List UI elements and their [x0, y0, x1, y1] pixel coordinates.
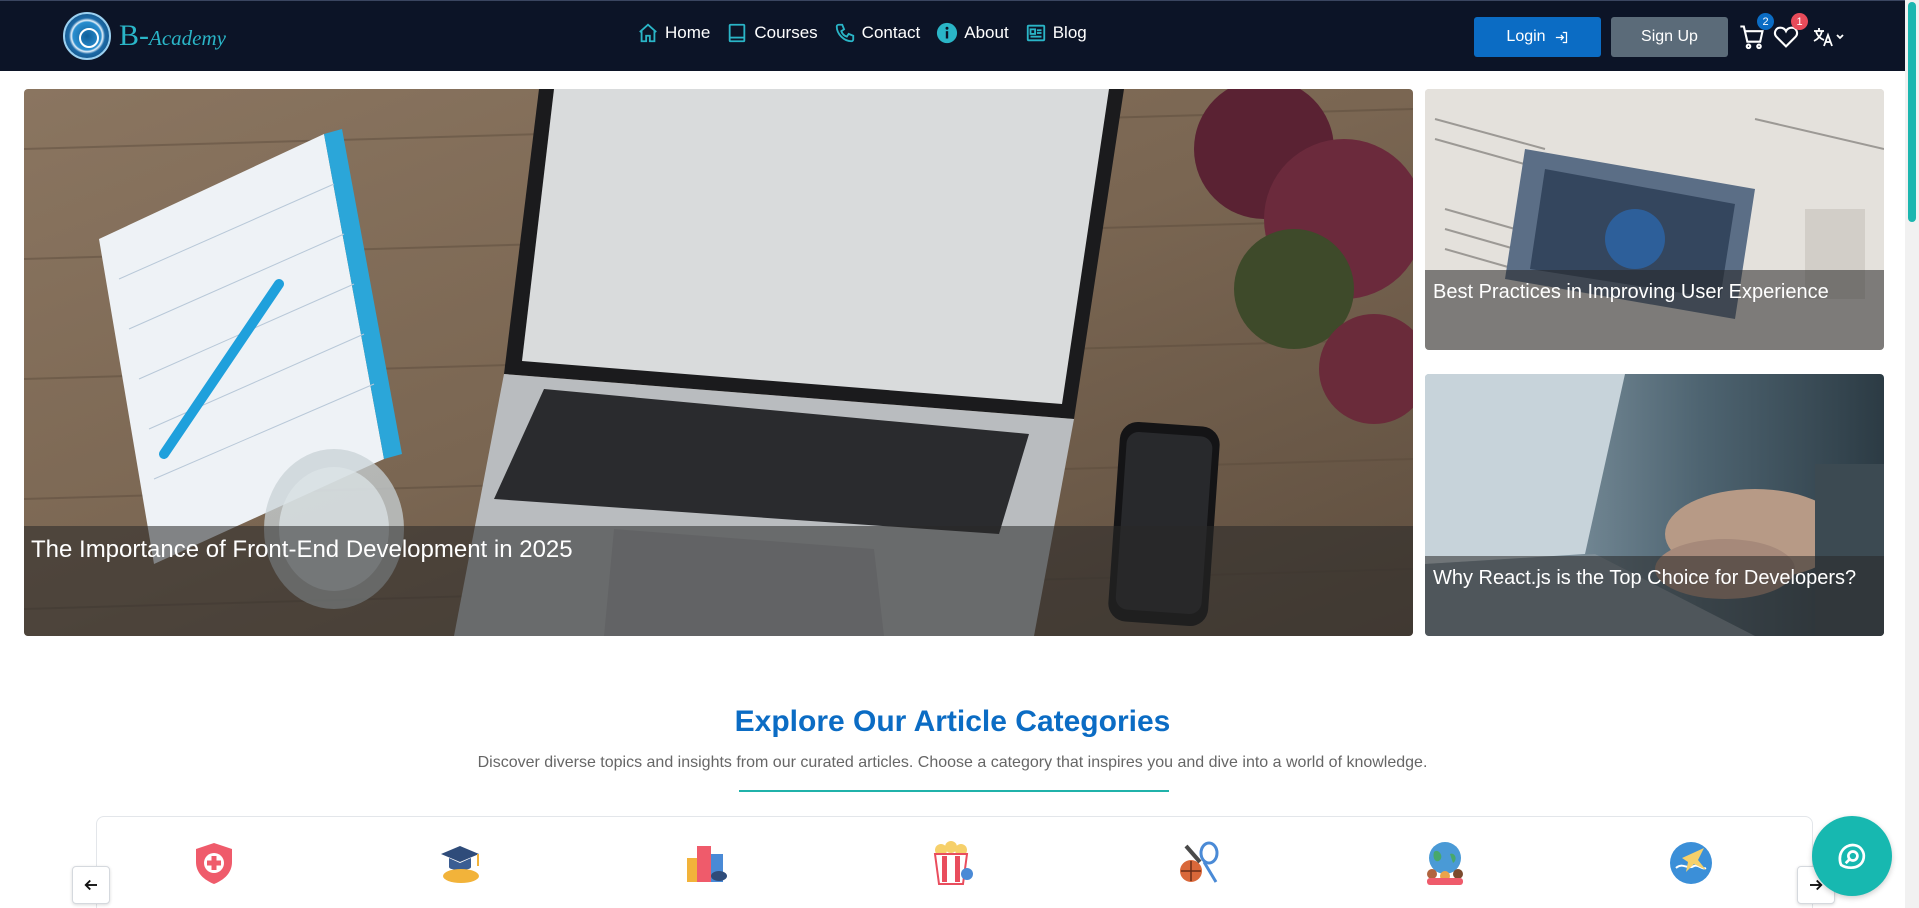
chat-search-button[interactable] — [1812, 816, 1892, 896]
logo[interactable]: B-Academy — [63, 12, 226, 60]
nav-home-label: Home — [665, 23, 711, 42]
health-icon — [196, 843, 232, 884]
category-travel[interactable] — [1668, 840, 1714, 886]
travel-icon — [1670, 842, 1712, 884]
nav-contact[interactable]: Contact — [834, 22, 921, 44]
hero-side-top-article[interactable]: Best Practices in Improving User Experie… — [1425, 89, 1884, 350]
page: B-Academy Home Courses Contact About Blo… — [0, 0, 1919, 908]
hero-side-bottom-caption-bar: Why React.js is the Top Choice for Devel… — [1425, 556, 1884, 636]
city-icon — [687, 846, 727, 882]
book-icon — [729, 23, 746, 43]
nav-blog[interactable]: Blog — [1025, 22, 1087, 44]
navbar: B-Academy Home Courses Contact About Blo… — [0, 0, 1905, 71]
wishlist-button[interactable]: 1 — [1772, 13, 1808, 51]
nav-blog-label: Blog — [1052, 23, 1087, 42]
sports-icon — [1180, 841, 1219, 883]
main-nav: Home Courses Contact About Blog — [637, 22, 1103, 44]
brand-letter: B- — [119, 19, 149, 52]
section-divider — [739, 790, 1169, 792]
login-label: Login — [1506, 28, 1546, 45]
category-education[interactable] — [437, 840, 483, 886]
category-city[interactable] — [683, 840, 729, 886]
carousel-prev-button[interactable] — [72, 866, 110, 904]
hero-side-top-caption-bar: Best Practices in Improving User Experie… — [1425, 270, 1884, 350]
nav-about-label: About — [964, 23, 1009, 42]
home-icon — [639, 23, 657, 43]
hero-main-article[interactable]: The Importance of Front-End Development … — [24, 89, 1413, 636]
culture-icon — [1427, 842, 1463, 885]
brand-word: Academy — [149, 26, 226, 50]
wishlist-count-badge: 1 — [1791, 13, 1808, 30]
hero-side-bottom-article[interactable]: Why React.js is the Top Choice for Devel… — [1425, 374, 1884, 636]
category-culture[interactable] — [1422, 840, 1468, 886]
info-icon — [937, 22, 958, 44]
entertainment-icon — [933, 841, 973, 885]
category-health[interactable] — [191, 840, 237, 886]
nav-contact-label: Contact — [861, 23, 921, 42]
chat-search-icon — [1838, 843, 1866, 870]
cart-button[interactable]: 2 — [1738, 13, 1774, 51]
nav-about[interactable]: About — [936, 22, 1009, 44]
arrow-left-icon — [84, 879, 97, 891]
nav-courses-label: Courses — [754, 23, 818, 42]
nav-home[interactable]: Home — [637, 22, 710, 44]
login-icon — [1555, 31, 1567, 43]
logo-badge-icon — [63, 12, 111, 60]
signup-label: Sign Up — [1641, 28, 1698, 45]
categories-subtitle: Discover diverse topics and insights fro… — [477, 754, 1428, 771]
hero-side-bottom-title: Why React.js is the Top Choice for Devel… — [1433, 567, 1857, 589]
hero-side-top-title: Best Practices in Improving User Experie… — [1433, 281, 1829, 303]
newspaper-icon — [1026, 24, 1045, 42]
category-sports[interactable] — [1176, 840, 1222, 886]
brand-name: B-Academy — [119, 19, 226, 53]
translate-icon — [1813, 28, 1844, 47]
education-icon — [441, 846, 479, 883]
nav-courses[interactable]: Courses — [726, 22, 818, 44]
page-scrollbar[interactable] — [1905, 0, 1919, 908]
signup-button[interactable]: Sign Up — [1611, 17, 1728, 57]
hero-main-caption-bar: The Importance of Front-End Development … — [24, 526, 1413, 636]
phone-icon — [835, 23, 854, 43]
login-button[interactable]: Login — [1474, 17, 1601, 57]
language-button[interactable] — [1812, 23, 1846, 51]
categories-title: Explore Our Article Categories — [734, 705, 1171, 738]
scrollbar-thumb[interactable] — [1908, 2, 1916, 222]
category-entertainment[interactable] — [929, 840, 975, 886]
hero-main-title: The Importance of Front-End Development … — [31, 536, 573, 563]
